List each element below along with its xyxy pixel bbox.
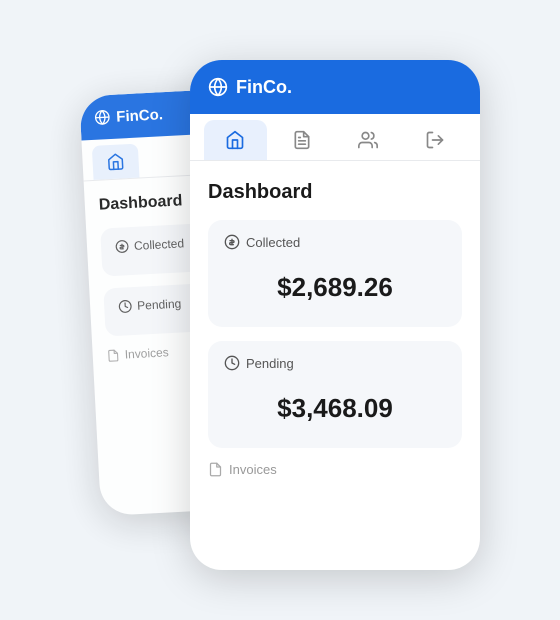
front-tab-home[interactable] [204, 120, 267, 160]
front-app-title: FinCo. [208, 77, 292, 98]
phones-container: FinCo. Dashboard Collec [70, 30, 490, 590]
front-nav-tabs [190, 114, 480, 161]
front-tab-logout[interactable] [404, 120, 467, 160]
clock-icon-front [224, 355, 240, 371]
front-invoices-label: Invoices [208, 462, 462, 477]
front-collected-value: $2,689.26 [224, 262, 446, 313]
front-pending-label: Pending [224, 355, 446, 371]
home-icon-front [225, 130, 245, 150]
front-collected-label: Collected [224, 234, 446, 250]
file-icon-back [106, 348, 120, 362]
back-app-title: FinCo. [94, 106, 163, 127]
front-phone-header: FinCo. [190, 60, 480, 114]
logout-icon-front [425, 130, 445, 150]
file-icon-front [208, 462, 223, 477]
phone-front: FinCo. [190, 60, 480, 570]
clock-icon-back [118, 299, 133, 314]
team-icon-front [358, 130, 378, 150]
front-tab-team[interactable] [337, 120, 400, 160]
home-icon-back [106, 152, 125, 171]
front-pending-value: $3,468.09 [224, 383, 446, 434]
dollar-circle-icon-front [224, 234, 240, 250]
front-collected-card: Collected $2,689.26 [208, 220, 462, 327]
front-page-title: Dashboard [208, 181, 462, 204]
back-tab-home[interactable] [92, 144, 140, 180]
front-pending-card: Pending $3,468.09 [208, 341, 462, 448]
globe-icon-back [94, 109, 111, 126]
dollar-icon-back [115, 239, 130, 254]
front-tab-documents[interactable] [271, 120, 334, 160]
front-content: Dashboard Collected $2,689.26 [190, 161, 480, 497]
globe-icon-front [208, 77, 228, 97]
documents-icon-front [292, 130, 312, 150]
